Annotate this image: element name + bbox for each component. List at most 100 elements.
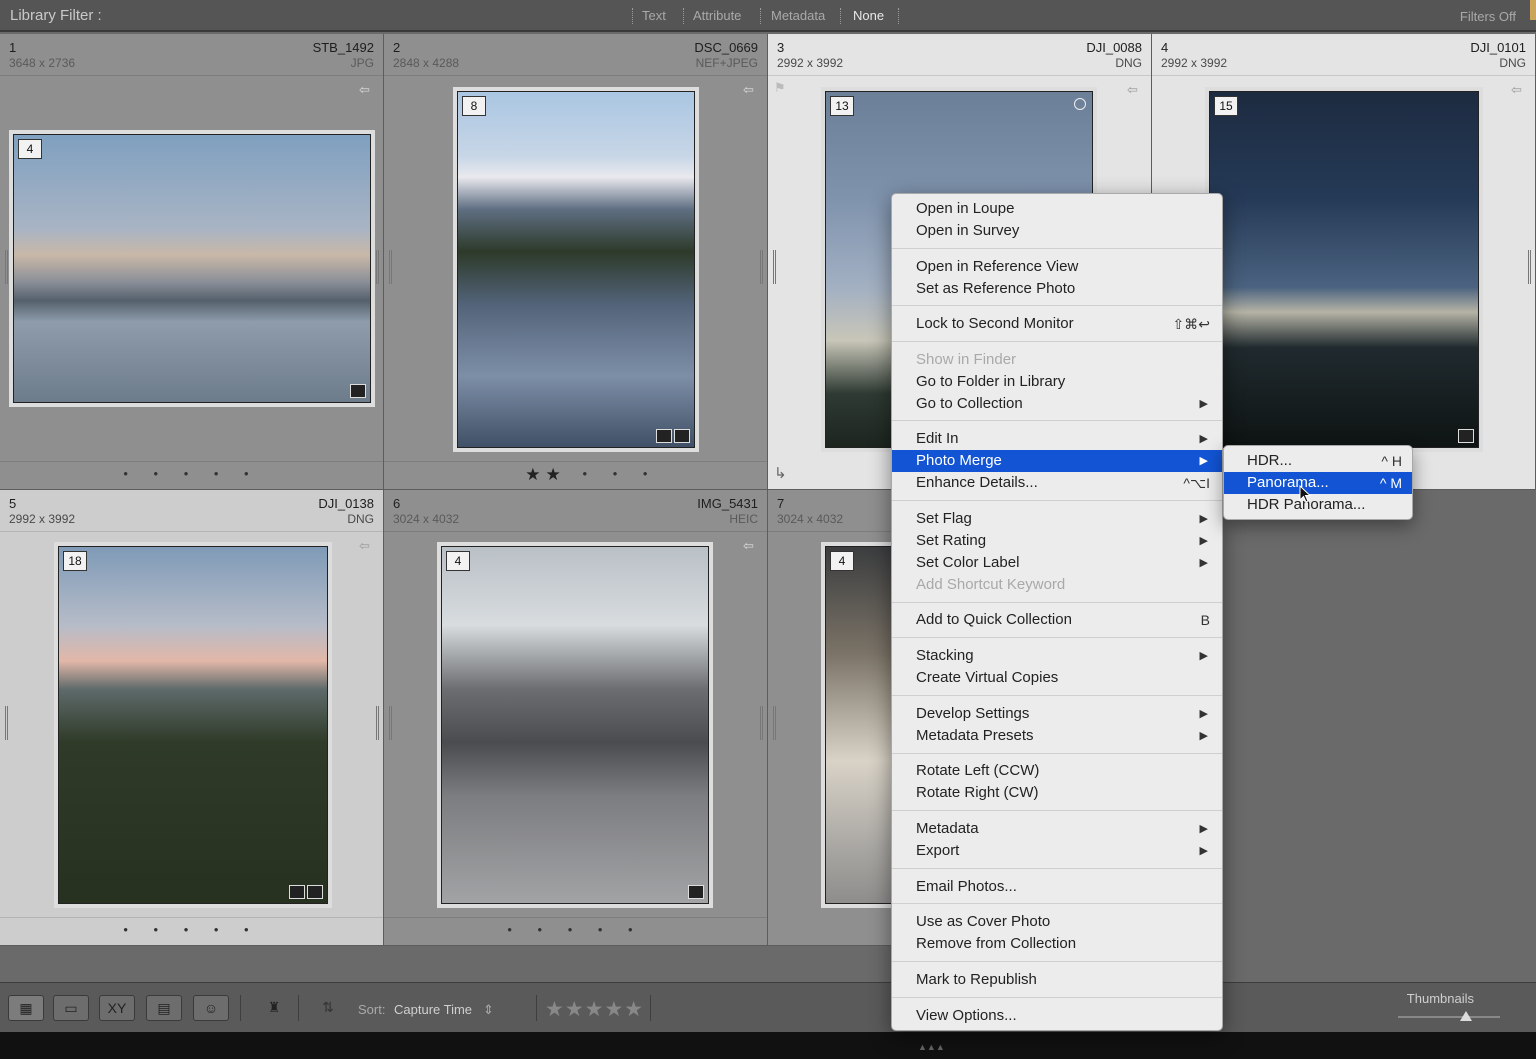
compare-view-icon[interactable]: XY [99, 995, 135, 1021]
stack-badge[interactable]: 4 [830, 551, 854, 571]
sort-direction-icon[interactable]: ⇅ [310, 995, 346, 1021]
comment-icon[interactable] [289, 885, 305, 899]
grid-view-icon[interactable]: ▦ [8, 995, 44, 1021]
menu-item-use-as-cover-photo[interactable]: Use as Cover Photo [892, 911, 1222, 933]
menu-item-stacking[interactable]: Stacking ▶ [892, 645, 1222, 667]
stack-badge[interactable]: 4 [18, 139, 42, 159]
menu-item-set-flag[interactable]: Set Flag ▶ [892, 508, 1222, 530]
menu-item-set-as-reference-photo[interactable]: Set as Reference Photo [892, 278, 1222, 300]
stack-badge[interactable]: 15 [1214, 96, 1238, 116]
menu-item-develop-settings[interactable]: Develop Settings ▶ [892, 703, 1222, 725]
cell-format: DNG [1115, 56, 1142, 70]
menu-item-open-in-loupe[interactable]: Open in Loupe [892, 198, 1222, 220]
menu-item-open-in-reference-view[interactable]: Open in Reference View [892, 256, 1222, 278]
submenu-item-panorama[interactable]: Panorama... ^ M [1224, 472, 1412, 494]
lock-icon[interactable] [1530, 0, 1536, 20]
thumbnail-size-slider[interactable] [1398, 1016, 1500, 1018]
rating-dots[interactable]: • • • [429, 466, 767, 481]
submenu-arrow-icon: ▶ [1199, 730, 1208, 742]
photo-thumbnail[interactable]: 4 [13, 134, 371, 403]
stack-badge[interactable]: 13 [830, 96, 854, 116]
cell-format: DNG [347, 512, 374, 526]
menu-item-remove-from-collection[interactable]: Remove from Collection [892, 933, 1222, 955]
menu-item-rotate-right[interactable]: Rotate Right (CW) [892, 782, 1222, 804]
rating-dots[interactable]: • • • • • [0, 922, 383, 937]
submenu-arrow-icon: ▶ [1199, 455, 1208, 467]
submenu-item-hdr[interactable]: HDR... ^ H [1224, 450, 1412, 472]
select-circle-icon[interactable] [1074, 98, 1086, 110]
comment-icon[interactable] [688, 885, 704, 899]
filter-option-metadata[interactable]: Metadata [771, 8, 825, 23]
menu-item-edit-in[interactable]: Edit In ▶ [892, 428, 1222, 450]
menu-item-metadata[interactable]: Metadata ▶ [892, 818, 1222, 840]
library-filter-bar: Library Filter : Text Attribute Metadata… [0, 0, 1536, 32]
filter-option-attribute[interactable]: Attribute [693, 8, 741, 23]
rotate-icon[interactable]: ⇦ [359, 82, 377, 97]
menu-separator [892, 248, 1222, 249]
menu-item-rotate-left[interactable]: Rotate Left (CCW) [892, 760, 1222, 782]
people-view-icon[interactable]: ☺ [193, 995, 229, 1021]
filter-option-none[interactable]: None [853, 8, 884, 23]
rotate-icon[interactable]: ⇦ [743, 538, 761, 553]
develop-settings-icon[interactable] [656, 429, 672, 443]
grid-cell-1[interactable]: 1 STB_1492 3648 x 2736 JPG ⇦ 4 • • • • • [0, 34, 384, 490]
rating-dots[interactable]: • • • • • [0, 466, 383, 481]
loupe-view-icon[interactable]: ▭ [53, 995, 89, 1021]
rating-dots[interactable]: • • • • • [384, 922, 767, 937]
menu-item-photo-merge[interactable]: Photo Merge ▶ [892, 450, 1222, 472]
panel-grip-icon[interactable]: ▲▲▲ [918, 1042, 945, 1052]
rotate-left-icon[interactable]: ↳ [774, 464, 787, 482]
photo-thumbnail[interactable]: 8 [457, 91, 695, 448]
menu-item-email-photos[interactable]: Email Photos... [892, 876, 1222, 898]
photo-thumbnail[interactable]: 4 [441, 546, 709, 904]
develop-settings-icon[interactable] [350, 384, 366, 398]
menu-item-enhance-details[interactable]: Enhance Details... ^⌥I [892, 472, 1222, 494]
menu-item-view-options[interactable]: View Options... [892, 1005, 1222, 1027]
filter-option-text[interactable]: Text [642, 8, 666, 23]
menu-item-label: Open in Reference View [916, 258, 1079, 275]
flag-icon[interactable]: ⚑ [774, 80, 786, 96]
menu-item-export[interactable]: Export ▶ [892, 840, 1222, 862]
rotate-icon[interactable]: ⇦ [1127, 82, 1145, 97]
photo-thumbnail[interactable]: 15 [1209, 91, 1479, 448]
grid-cell-2[interactable]: 2 DSC_0669 2848 x 4288 NEF+JPEG ⇦ 8 ★★ •… [384, 34, 768, 490]
menu-item-label: Rotate Right (CW) [916, 784, 1039, 801]
photo-thumbnail[interactable]: 18 [58, 546, 328, 904]
menu-item-set-color-label[interactable]: Set Color Label ▶ [892, 552, 1222, 574]
grid-cell-5[interactable]: 5 DJI_0138 2992 x 3992 DNG ⇦ 18 • • • • … [0, 490, 384, 946]
bottom-panel-bar: ▲▲▲ [0, 1032, 1536, 1059]
comment-icon[interactable] [1458, 429, 1474, 443]
crop-icon[interactable] [307, 885, 323, 899]
rotate-icon[interactable]: ⇦ [359, 538, 377, 553]
menu-item-metadata-presets[interactable]: Metadata Presets ▶ [892, 725, 1222, 747]
stack-badge[interactable]: 18 [63, 551, 87, 571]
rotate-icon[interactable]: ⇦ [743, 82, 761, 97]
menu-item-add-to-quick-collection[interactable]: Add to Quick Collection B [892, 609, 1222, 631]
rotate-icon[interactable]: ⇦ [1511, 82, 1529, 97]
survey-view-icon[interactable]: ▤ [146, 995, 182, 1021]
crop-icon[interactable] [674, 429, 690, 443]
menu-item-mark-to-republish[interactable]: Mark to Republish [892, 969, 1222, 991]
thumbnail-slider-knob[interactable] [1460, 1011, 1472, 1021]
sort-dropdown[interactable]: Capture Time [394, 1002, 472, 1017]
menu-item-set-rating[interactable]: Set Rating ▶ [892, 530, 1222, 552]
filter-separator [840, 8, 841, 24]
menu-item-open-in-survey[interactable]: Open in Survey [892, 220, 1222, 242]
menu-item-lock-to-second-monitor[interactable]: Lock to Second Monitor ⇧⌘↩ [892, 313, 1222, 335]
spray-can-icon[interactable]: ♜ [256, 995, 292, 1021]
filter-separator [683, 8, 684, 24]
rating-stars[interactable]: ★★★★★ [545, 997, 644, 1022]
menu-item-label: Metadata Presets [916, 727, 1034, 744]
submenu-arrow-icon: ▶ [1199, 433, 1208, 445]
menu-item-go-to-folder[interactable]: Go to Folder in Library [892, 371, 1222, 393]
submenu-item-hdr-panorama[interactable]: HDR Panorama... [1224, 494, 1412, 516]
stack-badge[interactable]: 8 [462, 96, 486, 116]
filters-off-dropdown[interactable]: Filters Off [1460, 9, 1516, 24]
menu-item-go-to-collection[interactable]: Go to Collection ▶ [892, 393, 1222, 415]
menu-item-create-virtual-copies[interactable]: Create Virtual Copies [892, 667, 1222, 689]
menu-item-label: Email Photos... [916, 878, 1017, 895]
stack-badge[interactable]: 4 [446, 551, 470, 571]
cell-index: 3 [777, 40, 785, 55]
sort-chevron-icon[interactable]: ⇕ [483, 1002, 494, 1018]
grid-cell-6[interactable]: 6 IMG_5431 3024 x 4032 HEIC ⇦ 4 • • • • … [384, 490, 768, 946]
